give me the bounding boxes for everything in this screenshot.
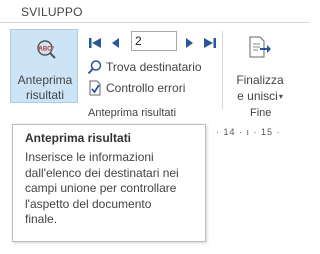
- group-separator: [222, 31, 223, 109]
- ribbon-tab-bar: SVILUPPO: [0, 0, 310, 22]
- chevron-down-icon: ▾: [278, 92, 283, 101]
- tooltip-line: l'aspetto del documento: [25, 196, 152, 211]
- ruler-ticks: · 14 · ı · 15 ·: [216, 127, 281, 137]
- find-recipient-button[interactable]: Trova destinatario: [87, 59, 215, 77]
- tooltip-title: Anteprima risultati: [25, 131, 132, 145]
- abc-magnifier-icon: ABC « »: [37, 40, 56, 59]
- preview-results-group-label: Anteprima risultati: [88, 107, 177, 119]
- tooltip-line: campi unione per controllare: [25, 181, 177, 195]
- first-record-icon: [89, 38, 101, 48]
- svg-text:»: »: [51, 45, 55, 51]
- finish-merge-label-line2: e unisci▾: [228, 89, 292, 103]
- check-errors-label: Controllo errori: [106, 81, 186, 95]
- tooltip-line: Inserisce le informazioni: [25, 150, 154, 164]
- check-errors-icon: [89, 80, 101, 96]
- first-record-button[interactable]: [86, 33, 104, 53]
- ribbon: ABC « » Anteprima risultati 2 Trova dest…: [0, 22, 310, 124]
- preview-results-label-line1: Anteprima: [17, 73, 73, 87]
- tooltip-body: Inserisce le informazioni dall'elenco de…: [25, 150, 203, 228]
- preview-results-tooltip: Anteprima risultati Inserisce le informa…: [12, 124, 206, 242]
- find-recipient-icon: [87, 60, 102, 75]
- next-record-icon: [186, 38, 193, 48]
- finish-merge-label-text: e unisci: [237, 89, 278, 103]
- next-record-button[interactable]: [181, 33, 199, 53]
- tooltip-line: dall'elenco dei destinatari nei: [25, 165, 179, 180]
- last-record-icon: [204, 38, 216, 48]
- tooltip-line: finale.: [25, 212, 58, 226]
- finish-merge-label-line1: Finalizza: [236, 73, 284, 87]
- record-number-input[interactable]: 2: [131, 31, 177, 51]
- preview-results-button[interactable]: ABC « » Anteprima risultati: [10, 29, 78, 103]
- tab-sviluppo[interactable]: SVILUPPO: [21, 5, 83, 19]
- previous-record-button[interactable]: [106, 33, 124, 53]
- word-mailings-ribbon-window: SVILUPPO ABC « » Anteprima risultati 2 T…: [0, 0, 310, 254]
- preview-results-label-line2: risultati: [25, 88, 64, 102]
- finish-merge-icon: [249, 36, 271, 58]
- finish-group-label: Fine: [250, 107, 272, 119]
- find-recipient-label: Trova destinatario: [106, 60, 202, 74]
- previous-record-icon: [112, 38, 119, 48]
- check-errors-button[interactable]: Controllo errori: [87, 80, 207, 98]
- finish-and-merge-button[interactable]: Finalizza e unisci▾: [228, 29, 292, 103]
- last-record-button[interactable]: [201, 33, 219, 53]
